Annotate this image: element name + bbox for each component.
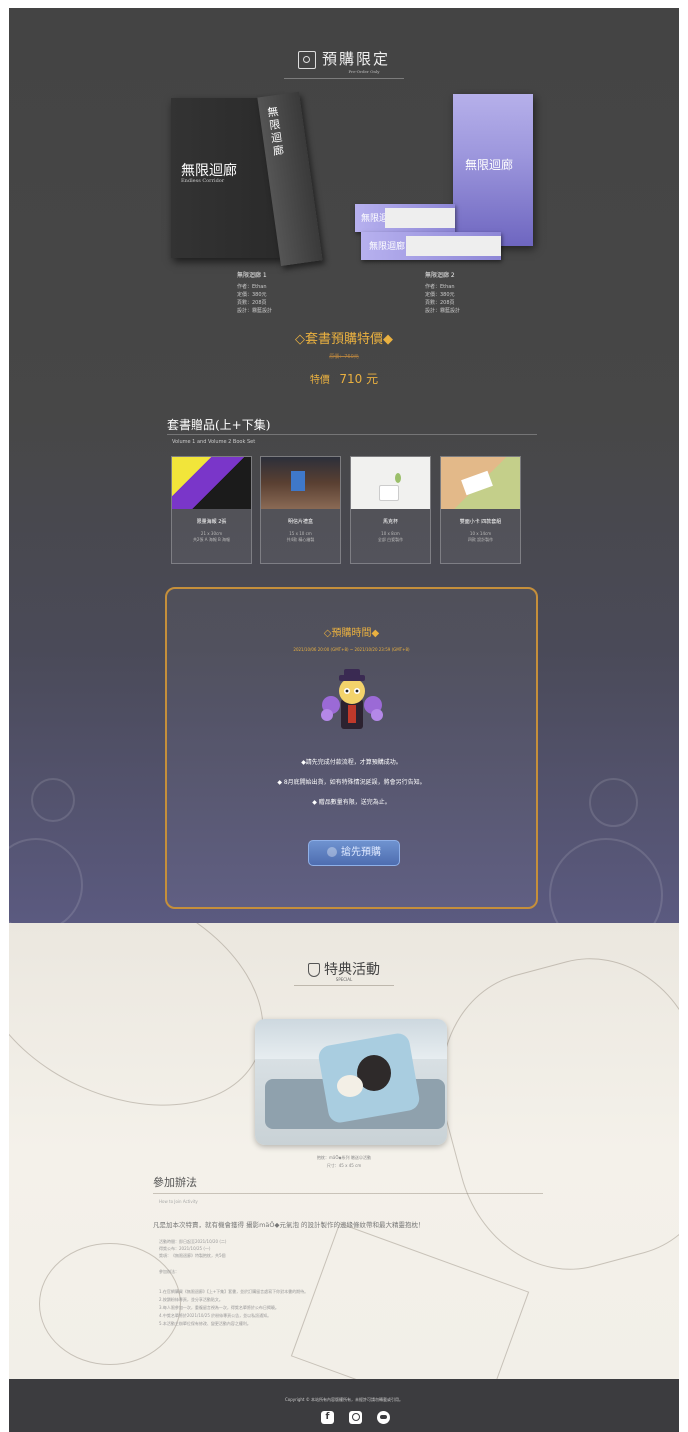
special-title: 特典活動	[9, 959, 679, 979]
preorder-section: 預購限定 Pre-Order Only 無限迴廊 Endless Corrido…	[9, 8, 679, 923]
pillow-caption: 抱枕：mäÖ◆系列 贈送☺活動	[316, 1155, 371, 1160]
gift-card: 明信片禮盒 15 x 10 cm 共4款 精心繪製	[260, 456, 341, 564]
preorder-note: ◆請先完成付款流程，才算預購成功。	[301, 759, 402, 766]
pillow-photo	[255, 1019, 447, 1145]
gifts-divider	[167, 434, 537, 435]
book1-cover-sub: Endless Corridor	[181, 178, 225, 184]
book-frame-icon	[297, 50, 316, 69]
special-divider	[294, 985, 394, 986]
rule-item: 5.本活動主辦單位保有修改、變更活動內容之權利。	[159, 1321, 251, 1326]
gift-card: 限量海報 2張 21 x 30cm 共2張 A 海報 B 海報	[171, 456, 252, 564]
decor-sketch	[414, 934, 679, 1294]
decor-bubble	[31, 778, 75, 822]
join-description: 凡是加本次特賣，就有機會獲得 攝影mäÖ◆元氣泡 的設計製作的邊緣條紋帶和最大精…	[153, 1221, 425, 1229]
line-icon[interactable]	[377, 1411, 390, 1424]
gifts-subheading: Volume 1 and Volume 2 Book Set	[172, 439, 256, 445]
special-subtitle: SPECIAL	[335, 977, 353, 982]
preorder-time-title: ◇預購時間◆	[323, 628, 380, 639]
rule-item: 3.每人限參加一次，重複留言視為一次，得獎名單將於公布日揭曉。	[159, 1305, 279, 1310]
book2-cover: 無限迴廊	[453, 94, 533, 246]
pillow-size: 尺寸：45 x 45 cm	[326, 1163, 362, 1168]
rule-item: 1.在官網購買《無限迴廊》【上+下集】套書，並於訂購留言處寫下你對本書的期待。	[159, 1289, 309, 1294]
cart-icon	[327, 847, 337, 857]
preorder-subtitle: Pre-Order Only	[348, 69, 380, 74]
join-divider	[153, 1193, 543, 1194]
title-divider	[284, 78, 404, 79]
gift-postcard-image	[261, 457, 340, 509]
gift-poster-image	[172, 457, 251, 509]
book1-spine-title: 無限迴廊	[266, 104, 285, 158]
decor-bubble	[549, 838, 663, 923]
rule-item: 2.按讚粉絲專頁，並分享活動貼文。	[159, 1297, 223, 1302]
event-detail: 獎項：《無限迴廊》特製抱枕，共5個	[159, 1253, 226, 1258]
book2-specs: 無限迴廊 2 作者：Ethan 定價：380元 頁數：208頁 設計：霧藍設計	[425, 272, 461, 314]
preorder-note: ◆ 8月底開始出貨，如有特殊情況延誤，將會另行告知。	[277, 779, 426, 786]
book1-specs: 無限迴廊 1 作者：Ethan 定價：380元 頁數：208頁 設計：霧藍設計	[237, 272, 273, 314]
deal-title: ◇套書預購特價◆	[295, 332, 393, 347]
instagram-icon[interactable]	[349, 1411, 362, 1424]
preorder-note: ◆ 贈品數量有限，送完為止。	[312, 799, 391, 806]
decor-sketch	[39, 1243, 181, 1365]
book1-cover-title: 無限迴廊	[181, 163, 237, 179]
join-heading: 參加辦法	[153, 1176, 197, 1189]
gift-card: 雙面小卡 四款套組 10 x 14cm 四款 設計製作	[440, 456, 521, 564]
gift-mug-image	[351, 457, 430, 509]
page: 預購限定 Pre-Order Only 無限迴廊 Endless Corrido…	[0, 0, 688, 1432]
facebook-icon[interactable]: f	[321, 1411, 334, 1424]
decor-sketch	[290, 1222, 530, 1379]
event-detail: 活動時間：即日起至2021/10/20 (二)	[159, 1239, 227, 1244]
mascot-icon	[321, 669, 383, 729]
footer: Copyright © 本站所有內容版權所有，未經許可請勿轉載或引用。 f	[9, 1379, 679, 1432]
book2-flat-bottom: 無限迴廊	[361, 232, 501, 260]
book2-flat-top: 無限迴廊	[355, 204, 455, 232]
join-subheading: How to Join Activity	[159, 1199, 198, 1204]
preorder-buy-button[interactable]: 搶先預購	[308, 840, 400, 866]
gift-card: 馬克杯 10 x 8cm 全部 白瓷製作	[350, 456, 431, 564]
event-detail: 得獎公布：2021/10/25 (一)	[159, 1246, 211, 1251]
book2-cover-title: 無限迴廊	[465, 158, 514, 172]
preorder-time-range: 2021/10/06 20:00 (GMT+8) ~ 2021/10/20 23…	[293, 647, 410, 652]
shield-icon	[308, 963, 320, 977]
gift-card-image	[441, 457, 520, 509]
decor-bubble	[589, 778, 638, 827]
original-price: 原價：760元	[329, 354, 359, 360]
special-price: 特價 710 元	[309, 372, 379, 386]
preorder-title: 預購限定 Pre-Order Only	[9, 48, 679, 79]
preorder-panel: ◇預購時間◆ 2021/10/06 20:00 (GMT+8) ~ 2021/1…	[165, 587, 538, 909]
decor-bubble	[9, 838, 83, 923]
gifts-heading: 套書贈品(上+下集)	[167, 418, 271, 432]
copyright-text: Copyright © 本站所有內容版權所有，未經許可請勿轉載或引用。	[284, 1397, 404, 1402]
rule-item: 4.中獎名單將於2021/10/25 於粉絲專頁公告，並以私訊通知。	[159, 1313, 272, 1318]
rules-title: 參加辦法：	[159, 1269, 179, 1274]
special-event-section: 特典活動 SPECIAL 抱枕：mäÖ◆系列 贈送☺活動 尺寸：45 x 45 …	[9, 923, 679, 1379]
